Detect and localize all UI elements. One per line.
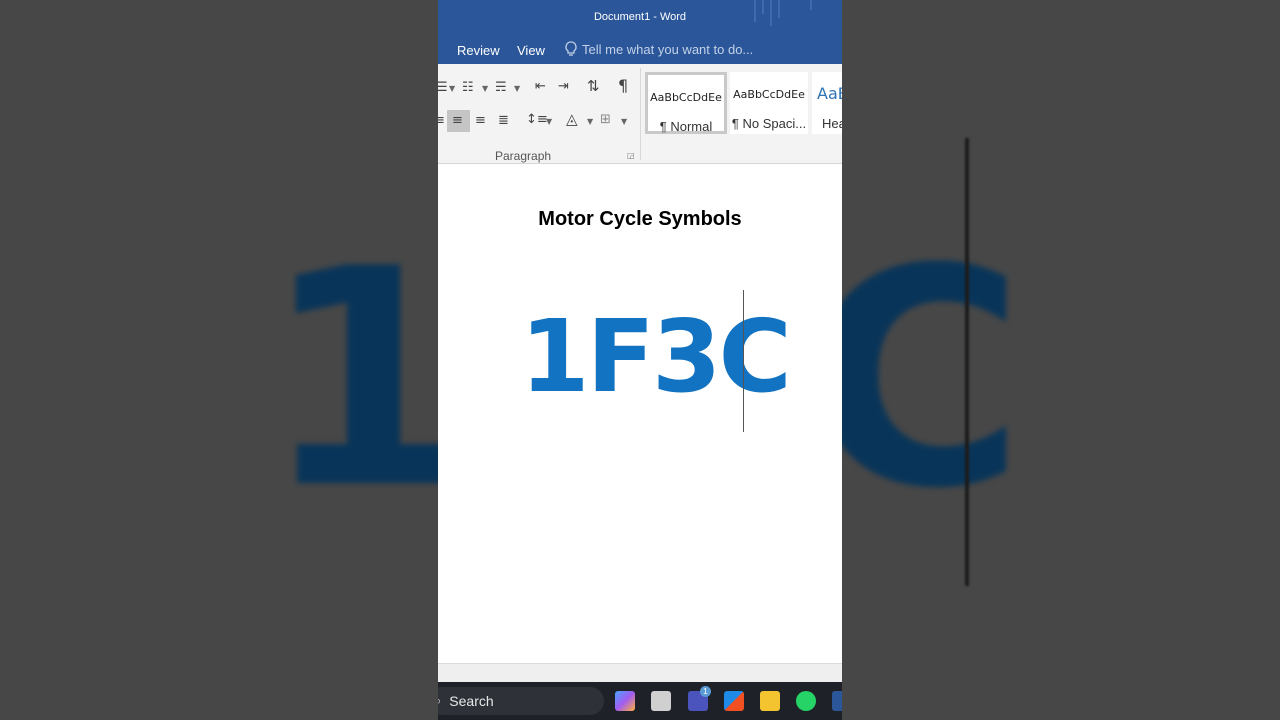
chevron-down-icon[interactable]: ▼ bbox=[546, 118, 552, 126]
decrease-indent-icon[interactable]: ⇤ bbox=[535, 80, 546, 93]
horizontal-scrollbar[interactable] bbox=[438, 663, 842, 682]
sort-icon[interactable]: ⇅ bbox=[587, 79, 600, 94]
document-page[interactable]: Motor Cycle Symbols 1F3C bbox=[438, 165, 842, 663]
copilot-icon[interactable] bbox=[615, 691, 635, 711]
align-center-icon[interactable]: ≡ bbox=[452, 114, 463, 127]
document-heading: Motor Cycle Symbols bbox=[538, 208, 742, 230]
whatsapp-icon[interactable] bbox=[796, 691, 816, 711]
chevron-down-icon[interactable]: ▼ bbox=[449, 85, 455, 93]
word-app-icon[interactable] bbox=[832, 691, 842, 711]
style-name: Hea bbox=[822, 116, 842, 131]
word-window: Document1 - Word Review View Tell me wha… bbox=[438, 0, 842, 720]
style-heading[interactable]: AaB Hea bbox=[812, 72, 842, 134]
increase-indent-icon[interactable]: ⇥ bbox=[558, 80, 569, 93]
borders-icon[interactable]: ⊞ bbox=[600, 113, 611, 126]
teams-notification-badge: 1 bbox=[700, 686, 711, 697]
title-bar: Document1 - Word bbox=[438, 0, 842, 36]
style-no-spacing[interactable]: AaBbCcDdEe ¶ No Spaci... bbox=[730, 72, 808, 134]
taskbar-search[interactable]: ⌕ Search bbox=[438, 687, 604, 715]
style-sample: AaBbCcDdEe bbox=[733, 88, 805, 101]
style-sample: AaBbCcDdEe bbox=[650, 91, 722, 104]
ribbon-home: ☰ ▼ ☷ ▼ ☴ ▼ ⇤ ⇥ ⇅ ¶ ≡ ≡ ≡ ≣ ↕≡ ▼ ◬ ▼ ⊞ ▼… bbox=[438, 64, 842, 164]
search-icon: ⌕ bbox=[438, 693, 441, 709]
chevron-down-icon[interactable]: ▼ bbox=[482, 85, 488, 93]
ribbon-separator bbox=[640, 68, 641, 160]
tab-review[interactable]: Review bbox=[457, 43, 500, 58]
store-icon[interactable] bbox=[724, 691, 744, 711]
align-right-icon[interactable]: ≡ bbox=[475, 114, 486, 127]
numbering-icon[interactable]: ☷ bbox=[462, 81, 474, 94]
text-cursor bbox=[743, 290, 744, 432]
taskbar-search-label: Search bbox=[449, 693, 494, 709]
tab-view[interactable]: View bbox=[517, 43, 545, 58]
justify-icon[interactable]: ≣ bbox=[498, 114, 509, 127]
file-explorer-icon[interactable] bbox=[760, 691, 780, 711]
unicode-code-text: 1F3C bbox=[520, 298, 792, 415]
shading-icon[interactable]: ◬ bbox=[566, 112, 578, 127]
dialog-launcher-icon[interactable]: ◲ bbox=[627, 151, 635, 160]
paragraph-group-label: Paragraph bbox=[495, 149, 552, 163]
bullets-icon[interactable]: ☰ bbox=[438, 81, 448, 94]
task-view-icon[interactable] bbox=[651, 691, 671, 711]
tell-me-box[interactable]: Tell me what you want to do... bbox=[564, 41, 753, 57]
style-sample: AaB bbox=[817, 84, 842, 103]
style-name: ¶ Normal bbox=[659, 119, 713, 134]
tell-me-placeholder: Tell me what you want to do... bbox=[582, 41, 754, 57]
style-name: ¶ No Spaci... bbox=[731, 116, 807, 131]
window-title: Document1 - Word bbox=[593, 11, 687, 23]
ribbon-tab-bar: Review View Tell me what you want to do.… bbox=[438, 36, 842, 64]
pilcrow-icon[interactable]: ¶ bbox=[618, 78, 628, 94]
style-normal[interactable]: AaBbCcDdEe ¶ Normal bbox=[645, 72, 727, 134]
chevron-down-icon[interactable]: ▼ bbox=[587, 118, 593, 126]
multilevel-list-icon[interactable]: ☴ bbox=[495, 81, 507, 94]
chevron-down-icon[interactable]: ▼ bbox=[514, 85, 520, 93]
align-left-icon[interactable]: ≡ bbox=[438, 114, 445, 127]
line-spacing-icon[interactable]: ↕≡ bbox=[526, 113, 548, 126]
lightbulb-icon bbox=[565, 41, 577, 56]
title-decoration bbox=[810, 0, 812, 10]
taskbar: ⌕ Search 1 bbox=[438, 682, 842, 720]
background-blur-caret bbox=[965, 138, 969, 586]
chevron-down-icon[interactable]: ▼ bbox=[621, 118, 627, 126]
